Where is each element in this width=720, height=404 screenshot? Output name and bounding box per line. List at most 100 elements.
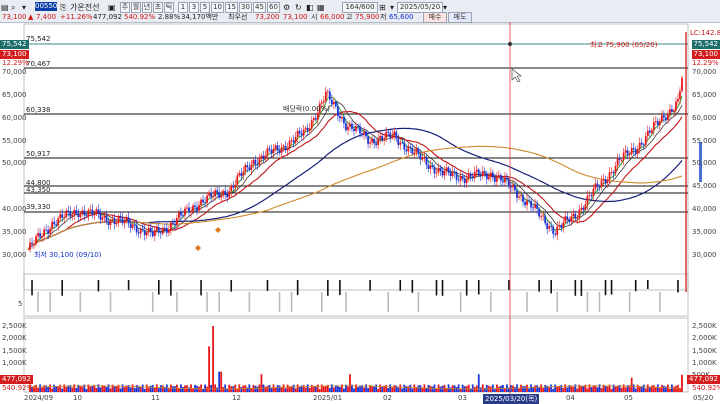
volume-bar [660,384,663,392]
candle-body [248,167,251,170]
candle-body [135,224,138,233]
candle-body [169,222,172,230]
volume-bar [596,387,599,392]
candle-body [578,209,581,218]
candle-body [99,213,102,220]
volume-bar [604,385,607,392]
volume-bar [526,384,528,392]
volume-bar [387,387,390,392]
indicator-bar [170,280,172,296]
candle-body [101,217,104,220]
volume-bar [429,385,432,392]
candle-body [176,218,178,226]
candle-body [592,188,595,197]
candle-body [453,172,456,173]
candle-body [481,171,484,176]
indicator-bar [417,292,420,312]
volume-bar [286,384,289,392]
candle-body [459,175,462,181]
candle-body [347,126,349,131]
indicator-bar [580,280,583,296]
candle-body [224,190,227,195]
candle-body [210,192,213,198]
candle-body [115,222,118,225]
candle-body [326,91,329,93]
candle-body [411,147,414,154]
volume-bar [260,374,263,392]
candle-body [369,142,371,144]
candle-body [63,217,66,218]
volume-bar [477,374,480,392]
candle-body [107,221,110,226]
volume-bar [131,384,134,392]
volume-bar [522,386,524,392]
volume-tick-left: 1,500K [2,347,27,355]
candle-body [524,201,526,206]
volume-bar [395,385,398,392]
candle-body [526,200,528,206]
stock-chart[interactable] [0,22,720,404]
volume-bar [417,385,420,392]
candle-body [296,130,299,137]
indicator-bar [441,280,444,296]
volume-tick-left: 2,000K [2,334,27,342]
candle-body [413,152,416,154]
ma20-line [27,110,683,251]
indicator-bar [200,280,202,296]
candle-body [566,216,569,220]
candle-body [441,170,444,176]
volume-bar [200,384,202,392]
volume-bar [489,386,492,392]
indicator-bar [127,280,130,291]
candle-body [419,153,422,160]
volume-bar [123,387,126,392]
candle-body [473,171,476,178]
candle-body [33,243,35,245]
candle-body [373,138,376,144]
indicator-bar [477,280,480,295]
candle-body [650,130,653,133]
volume-bar [592,385,595,392]
candle-body [270,149,273,154]
volume-bar [113,386,116,392]
volume-bar [296,384,299,392]
volume-bar [129,387,132,392]
volume-bar [656,384,659,392]
stock-code-input[interactable]: 005500 [35,2,62,11]
signal-marker [215,227,221,233]
candle-body [405,149,408,152]
candle-body [324,91,327,102]
candle-body [226,194,229,198]
indicator-bar [556,292,559,312]
candle-body [491,172,494,178]
candle-body [564,216,567,223]
candle-body [272,148,275,154]
candle-body [103,215,106,218]
volume-bar [228,384,231,392]
candle-body [393,131,396,136]
price-pane-border [23,23,689,291]
candle-body [353,128,355,131]
indicator-bar [508,280,510,290]
indicator-bar [459,292,462,312]
volume-bar [620,387,623,392]
candle-body [493,177,496,182]
volume-bar [349,374,351,392]
candle-body [616,158,619,166]
candle-body [151,231,154,237]
volume-bar [435,388,438,392]
volume-bar [512,385,514,392]
candle-body [228,190,231,198]
candle-body [604,178,607,184]
volume-bar [534,385,536,392]
volume-bar [188,387,190,392]
volume-bar [55,386,58,392]
volume-bar [105,387,108,392]
volume-bar [268,384,271,392]
candle-body [188,207,190,213]
candle-body [306,127,309,131]
volume-bar [294,388,297,392]
candle-body [439,167,442,171]
right-volume-pct: 540.92% [692,384,720,392]
mouse-cursor-icon [511,68,522,83]
